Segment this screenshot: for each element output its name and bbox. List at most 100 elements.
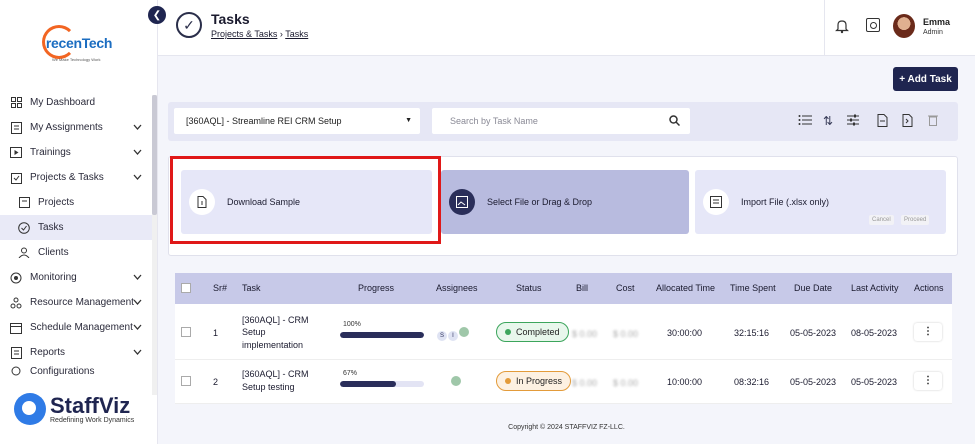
- assignee-avatars[interactable]: [451, 376, 462, 388]
- row-checkbox[interactable]: [181, 327, 191, 337]
- file-dropzone[interactable]: Select File or Drag & Drop: [441, 170, 689, 234]
- assignee-avatars[interactable]: SI: [437, 327, 470, 341]
- device-icon[interactable]: [866, 18, 880, 32]
- column-header-progress[interactable]: Progress: [358, 283, 394, 293]
- breadcrumb-projects-tasks[interactable]: Projects & Tasks: [211, 29, 277, 39]
- chevron-down-icon: [133, 147, 142, 158]
- sidebar-item-label: Monitoring: [30, 272, 77, 283]
- status-text: Completed: [516, 327, 560, 337]
- logo-text: recenTech: [45, 35, 113, 51]
- column-header-cost[interactable]: Cost: [616, 283, 635, 293]
- brand-name: StaffViz: [50, 392, 131, 418]
- brand-tagline: Redefining Work Dynamics: [50, 416, 135, 424]
- column-header-task[interactable]: Task: [242, 283, 261, 293]
- sidebar-item-label: Reports: [30, 347, 66, 358]
- sidebar-item-label: Clients: [38, 247, 69, 258]
- search-icon[interactable]: [669, 115, 680, 126]
- sort-icon[interactable]: ⇅: [821, 114, 835, 128]
- bell-icon[interactable]: [834, 18, 850, 34]
- highlight-box: [170, 156, 441, 244]
- task-name-line[interactable]: [360AQL] - CRM: [242, 369, 309, 379]
- import-file-icon[interactable]: [875, 114, 889, 128]
- top-header: ✓ Tasks Projects & Tasks › Tasks Emma Ad…: [158, 0, 975, 56]
- filter-sliders-icon[interactable]: [846, 114, 860, 128]
- sidebar-item-my-assignments[interactable]: My Assignments: [0, 115, 152, 140]
- sidebar-item-monitoring[interactable]: Monitoring: [0, 265, 152, 290]
- export-file-icon[interactable]: [900, 114, 914, 128]
- sidebar-item-projects-tasks[interactable]: Projects & Tasks: [0, 165, 152, 190]
- staffviz-brand: StaffViz Redefining Work Dynamics: [14, 393, 134, 425]
- chevron-down-icon: [133, 322, 142, 333]
- sidebar-item-label: Tasks: [38, 222, 64, 233]
- sidebar-item-clients[interactable]: Clients: [0, 240, 152, 265]
- clients-icon: [18, 247, 30, 259]
- due-date: 05-05-2023: [790, 377, 837, 387]
- trash-icon[interactable]: [926, 114, 940, 128]
- column-header-bill[interactable]: Bill: [576, 283, 588, 293]
- status-badge: In Progress: [496, 371, 572, 391]
- progress-percent: 100%: [343, 321, 361, 328]
- row-actions-button[interactable]: ⋮: [914, 323, 942, 341]
- assignee-avatar[interactable]: [459, 327, 469, 337]
- sidebar-scroll-thumb[interactable]: [152, 95, 157, 215]
- column-header-time-spent[interactable]: Time Spent: [730, 283, 776, 293]
- task-name-line[interactable]: Setup testing: [242, 382, 295, 392]
- sidebar-item-label: Projects: [38, 197, 75, 208]
- column-header-status[interactable]: Status: [516, 283, 542, 293]
- sidebar-item-projects[interactable]: Projects: [0, 190, 152, 215]
- column-header-due-date[interactable]: Due Date: [794, 283, 832, 293]
- sidebar-item-resource-management[interactable]: Resource Management: [0, 290, 152, 315]
- assignee-avatar[interactable]: I: [448, 331, 458, 341]
- sidebar-item-reports[interactable]: Reports: [0, 340, 152, 365]
- import-file-card[interactable]: Import File (.xlsx only) Cancel Proceed: [695, 170, 946, 234]
- breadcrumb: Projects & Tasks › Tasks: [211, 29, 308, 39]
- row-checkbox[interactable]: [181, 376, 191, 386]
- task-name-line[interactable]: implementation: [242, 340, 303, 350]
- assignee-avatar[interactable]: S: [437, 331, 447, 341]
- caret-down-icon: ▼: [405, 117, 412, 124]
- assignments-icon: [10, 121, 22, 134]
- config-icon: [10, 365, 22, 377]
- column-header-assignees[interactable]: Assignees: [436, 283, 478, 293]
- sidebar-item-schedule-management[interactable]: Schedule Management: [0, 315, 152, 340]
- collapse-sidebar-button[interactable]: ❮: [148, 6, 166, 24]
- table-row[interactable]: 1 [360AQL] - CRM Setup implementation 10…: [175, 304, 952, 360]
- user-name[interactable]: Emma: [923, 17, 950, 27]
- column-header-sr[interactable]: Sr#: [213, 283, 227, 293]
- assignee-avatar[interactable]: [451, 376, 461, 386]
- sidebar-item-my-dashboard[interactable]: My Dashboard: [0, 90, 152, 115]
- sidebar-item-label: Configurations: [30, 366, 95, 377]
- project-select[interactable]: [360AQL] - Streamline REI CRM Setup ▼: [174, 108, 420, 134]
- progress-percent: 67%: [343, 370, 358, 377]
- chevron-down-icon: [133, 347, 142, 358]
- user-role: Admin: [923, 29, 943, 36]
- sidebar-item-label: My Assignments: [30, 122, 103, 133]
- schedule-icon: [10, 322, 22, 334]
- column-header-last-activity[interactable]: Last Activity: [851, 283, 899, 293]
- cancel-button[interactable]: Cancel: [869, 215, 894, 225]
- select-all-checkbox[interactable]: [181, 283, 191, 293]
- list-view-icon[interactable]: [798, 114, 812, 128]
- task-name-line[interactable]: Setup: [242, 327, 266, 337]
- table-row[interactable]: 2 [360AQL] - CRM Setup testing 67% In Pr…: [175, 360, 952, 404]
- sidebar-item-label: My Dashboard: [30, 97, 96, 108]
- task-name-line[interactable]: [360AQL] - CRM: [242, 315, 309, 325]
- row-actions-button[interactable]: ⋮: [914, 372, 942, 390]
- bill-value: $ 0.00: [572, 329, 598, 339]
- sidebar-item-tasks[interactable]: Tasks: [0, 215, 152, 240]
- search-input[interactable]: [432, 108, 652, 134]
- breadcrumb-tasks[interactable]: Tasks: [285, 29, 308, 39]
- tasks-check-icon: ✓: [176, 12, 202, 38]
- column-header-allocated-time[interactable]: Allocated Time: [656, 283, 715, 293]
- chevron-down-icon: [133, 122, 142, 133]
- tasks-table: Sr# Task Progress Assignees Status Bill …: [175, 273, 952, 404]
- table-header: Sr# Task Progress Assignees Status Bill …: [175, 273, 952, 304]
- avatar[interactable]: [893, 14, 915, 38]
- add-task-button[interactable]: + Add Task: [893, 67, 958, 91]
- sidebar-item-trainings[interactable]: Trainings: [0, 140, 152, 165]
- project-icon: [18, 197, 30, 209]
- company-logo[interactable]: recenTech We Make Technology Work: [40, 22, 118, 64]
- sidebar-item-configurations[interactable]: Configurations: [0, 365, 152, 377]
- time-spent: 32:15:16: [734, 328, 770, 338]
- proceed-button[interactable]: Proceed: [901, 215, 930, 225]
